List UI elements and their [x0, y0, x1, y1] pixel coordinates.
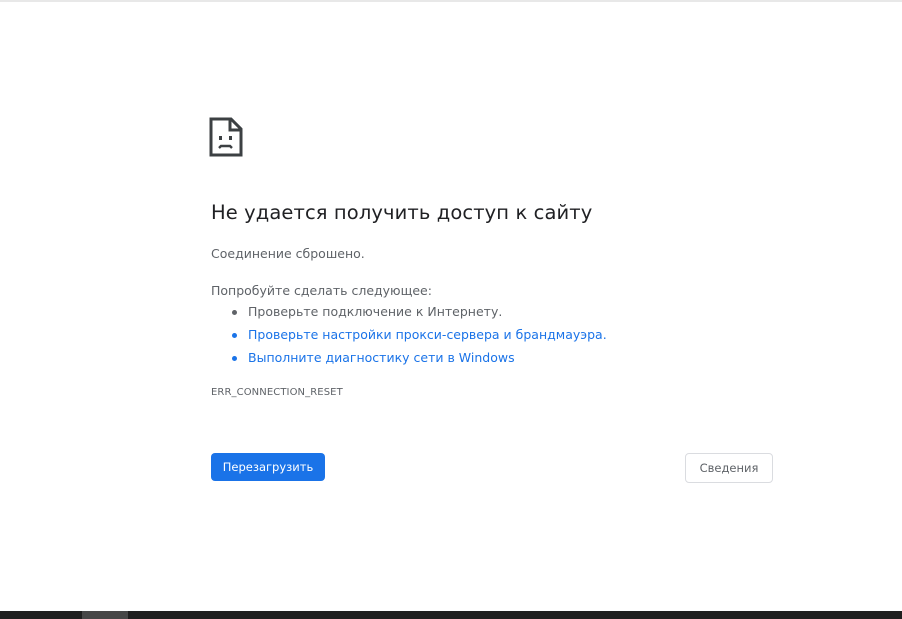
suggestion-check-connection: Проверьте подключение к Интернету.: [231, 302, 607, 325]
bullet-icon: [232, 333, 237, 338]
suggestion-link-text[interactable]: Выполните диагностику сети в Windows: [248, 350, 515, 365]
taskbar-item[interactable]: [82, 611, 128, 619]
error-description: Соединение сброшено.: [211, 246, 365, 261]
suggestions-list: Проверьте подключение к Интернету. Прове…: [231, 302, 607, 371]
top-divider: [0, 0, 902, 2]
suggestion-network-diagnostics-link[interactable]: Выполните диагностику сети в Windows: [231, 348, 607, 371]
suggestion-proxy-firewall-link[interactable]: Проверьте настройки прокси-сервера и бра…: [231, 325, 607, 348]
error-page: Не удается получить доступ к сайту Соеди…: [0, 0, 902, 619]
suggestion-link-text[interactable]: Проверьте настройки прокси-сервера и бра…: [248, 327, 607, 342]
suggestion-text: Проверьте подключение к Интернету.: [248, 304, 503, 319]
details-button[interactable]: Сведения: [685, 453, 773, 483]
bullet-icon: [232, 310, 237, 315]
sad-page-icon: [209, 117, 243, 157]
taskbar: [0, 611, 902, 619]
error-code: ERR_CONNECTION_RESET: [211, 387, 343, 398]
page-title: Не удается получить доступ к сайту: [211, 201, 593, 224]
bullet-icon: [232, 356, 237, 361]
suggestions-heading: Попробуйте сделать следующее:: [211, 283, 432, 298]
reload-button[interactable]: Перезагрузить: [211, 453, 325, 481]
